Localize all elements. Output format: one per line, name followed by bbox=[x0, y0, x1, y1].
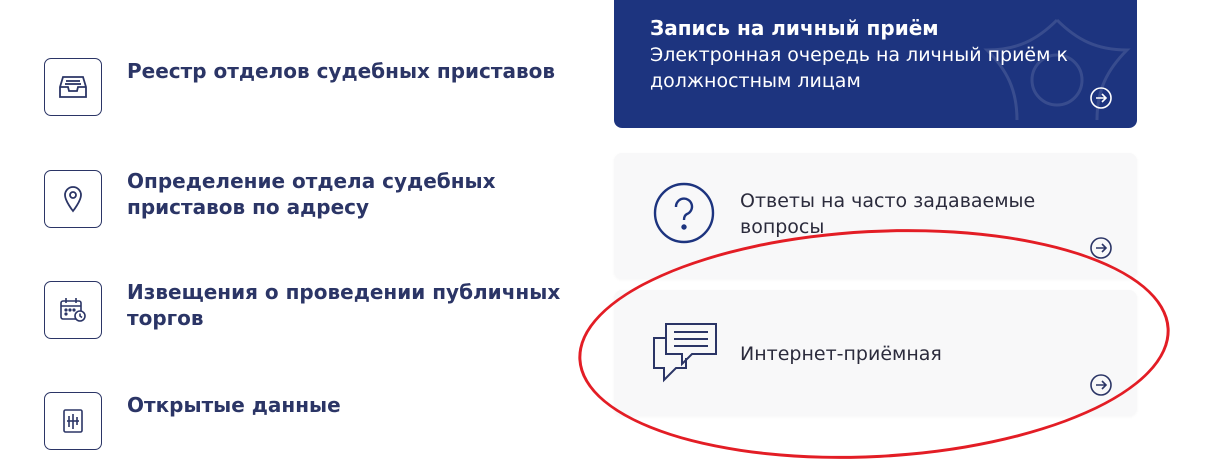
chat-bubbles-icon bbox=[653, 323, 717, 383]
reception-label: Интернет-приёмная bbox=[740, 343, 942, 365]
menu-item-address[interactable]: Определение отдела судебных приставов по… bbox=[44, 169, 496, 228]
arrow-right-circle-icon[interactable] bbox=[1090, 87, 1112, 109]
location-pin-icon bbox=[44, 170, 102, 228]
data-file-icon bbox=[44, 392, 102, 450]
menu-item-open-data[interactable]: Открытые данные bbox=[44, 392, 341, 450]
arrow-right-circle-icon[interactable] bbox=[1090, 374, 1112, 396]
internet-reception-card[interactable]: Интернет-приёмная bbox=[614, 290, 1137, 416]
menu-item-label: Определение отдела судебных приставов по… bbox=[127, 169, 496, 219]
appointment-card[interactable]: Запись на личный приём Электронная очере… bbox=[614, 0, 1137, 128]
faq-label: Ответы на часто задаваемые вопросы bbox=[740, 190, 1036, 238]
inbox-tray-icon bbox=[44, 58, 102, 116]
calendar-clock-icon bbox=[44, 281, 102, 339]
menu-item-label: Извещения о проведении публичных торгов bbox=[127, 280, 561, 330]
menu-item-label: Реестр отделов судебных приставов bbox=[127, 59, 556, 83]
menu-item-registry[interactable]: Реестр отделов судебных приставов bbox=[44, 58, 555, 116]
question-circle-icon bbox=[653, 182, 715, 244]
arrow-right-circle-icon[interactable] bbox=[1090, 237, 1112, 259]
menu-item-label: Открытые данные bbox=[127, 393, 341, 417]
faq-card[interactable]: Ответы на часто задаваемые вопросы bbox=[614, 153, 1137, 279]
menu-item-auctions[interactable]: Извещения о проведении публичных торгов bbox=[44, 280, 560, 339]
